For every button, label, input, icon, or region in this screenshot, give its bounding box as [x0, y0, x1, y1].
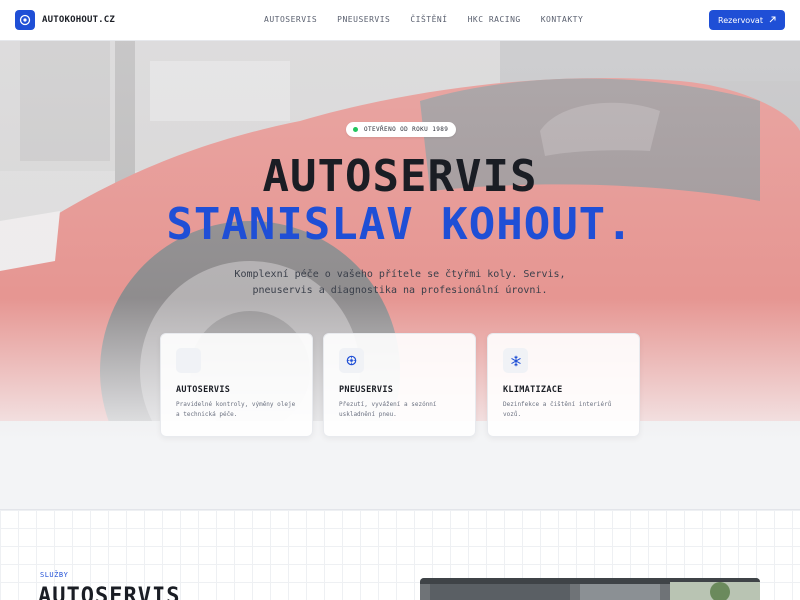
service-card-autoservis[interactable]: AUTOSERVIS Pravidelné kontroly, výměny o… [160, 333, 313, 437]
nav-item-cisteni[interactable]: ČIŠTĚNÍ [410, 15, 447, 24]
snowflake-icon [503, 348, 528, 373]
tire-icon [339, 348, 364, 373]
since-badge: OTEVŘENO OD ROKU 1989 [346, 122, 457, 137]
site-header: AUTOKOHOUT.CZ AUTOSERVIS PNEUSERVIS ČIŠT… [0, 0, 800, 41]
service-card-title: AUTOSERVIS [176, 385, 231, 395]
since-badge-text: OTEVŘENO OD ROKU 1989 [364, 126, 449, 133]
reserve-button-label: Rezervovat [718, 15, 763, 25]
hero-subtitle: Komplexní péče o vašeho přítele se čtyřm… [234, 269, 566, 296]
logo-text: AUTOKOHOUT.CZ [42, 15, 116, 25]
main-nav: AUTOSERVIS PNEUSERVIS ČIŠTĚNÍ HKC RACING… [264, 15, 603, 24]
garage-photo [420, 578, 760, 600]
nav-item-autoservis[interactable]: AUTOSERVIS [264, 15, 317, 24]
service-card-klimatizace[interactable]: KLIMATIZACE Dezinfekce a čištění interié… [487, 333, 640, 437]
service-card-desc: Pravidelné kontroly, výměny oleje a tech… [176, 401, 296, 418]
hero-title-line2: STANISLAV KOHOUT. [166, 199, 634, 250]
services-section: SLUŽBY AUTOSERVIS [0, 509, 800, 600]
hero-title-line1: AUTOSERVIS [262, 151, 538, 202]
hero-section: OTEVŘENO OD ROKU 1989 AUTOSERVIS STANISL… [0, 41, 800, 509]
logo-icon [15, 10, 35, 30]
status-dot-icon [353, 127, 358, 132]
arrow-up-right-icon [769, 16, 776, 25]
service-card-title: KLIMATIZACE [503, 385, 563, 395]
reserve-button[interactable]: Rezervovat [709, 10, 785, 30]
nav-item-pneuservis[interactable]: PNEUSERVIS [337, 15, 390, 24]
logo[interactable]: AUTOKOHOUT.CZ [15, 10, 115, 30]
section-label: SLUŽBY [40, 571, 69, 579]
service-card-pneuservis[interactable]: PNEUSERVIS Přezutí, vyvážení a sezónní u… [323, 333, 476, 437]
section-title: AUTOSERVIS [38, 584, 181, 600]
nav-item-hkc-racing[interactable]: HKC RACING [468, 15, 521, 24]
nav-item-kontakty[interactable]: KONTAKTY [541, 15, 584, 24]
wrench-icon [176, 348, 201, 373]
service-card-desc: Dezinfekce a čištění interiérů vozů. [503, 401, 612, 418]
service-card-desc: Přezutí, vyvážení a sezónní uskladnění p… [339, 401, 437, 418]
service-card-title: PNEUSERVIS [339, 385, 394, 395]
